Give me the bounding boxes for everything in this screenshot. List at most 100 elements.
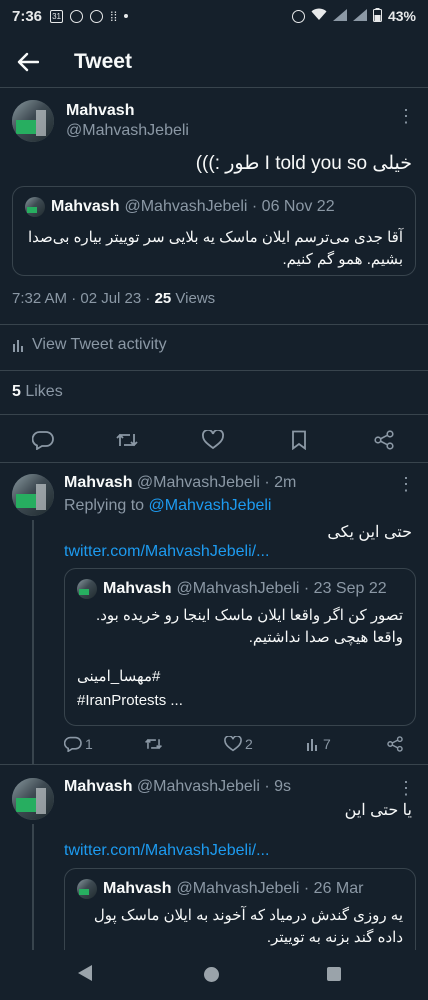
quoted-author-name: Mahvash xyxy=(103,580,172,597)
nav-recents-icon[interactable] xyxy=(327,967,341,981)
divider xyxy=(0,414,428,415)
quoted-text: آقا جدی می‌ترسم ایلان ماسک یه بلایی سر ت… xyxy=(27,229,403,268)
retweet-button[interactable] xyxy=(144,736,163,752)
reply-text: یا حتی این xyxy=(344,802,412,819)
author-name[interactable]: Mahvash xyxy=(64,778,132,795)
check-circle-icon xyxy=(70,9,84,23)
share-button[interactable] xyxy=(372,428,396,452)
quoted-date: · 23 Sep 22 xyxy=(303,580,387,597)
main-tweet-header: Mahvash @MahvashJebeli ⋮ xyxy=(12,100,416,150)
share-icon xyxy=(374,430,394,450)
reply-count: 1 xyxy=(85,736,93,752)
quoted-date: · 06 Nov 22 xyxy=(251,198,335,215)
share-button[interactable] xyxy=(386,736,404,752)
quoted-tweet[interactable]: Mahvash @MahvashJebeli · 23 Sep 22 تصور … xyxy=(64,568,416,726)
quoted-tweet-header: Mahvash @MahvashJebeli · 23 Sep 22 xyxy=(77,579,387,599)
quoted-author-name: Mahvash xyxy=(103,880,172,897)
reply-button[interactable]: 1 xyxy=(64,736,93,752)
tweet-meta: 7:32 AM · 02 Jul 23 · 25 Views xyxy=(12,290,215,307)
quoted-author-handle: @MahvashJebeli xyxy=(176,880,300,897)
analytics-icon xyxy=(13,340,23,352)
tweet-link[interactable]: twitter.com/MahvashJebeli/... xyxy=(64,543,269,561)
share-icon xyxy=(387,736,403,752)
avatar[interactable] xyxy=(12,474,54,516)
thread-line xyxy=(32,824,34,950)
thread-line xyxy=(32,520,34,764)
activity-label: View Tweet activity xyxy=(32,336,167,353)
author-handle[interactable]: @MahvashJebeli · 2m xyxy=(137,474,296,491)
hashtag-link[interactable]: #مهسا_امینی xyxy=(77,665,183,689)
tweet-text: خیلی I told you so طور :))) xyxy=(195,153,412,174)
reply-icon xyxy=(32,431,54,450)
quoted-tweet-header: Mahvash @MahvashJebeli · 26 Mar xyxy=(77,879,363,899)
replying-to: Replying to @MahvashJebeli xyxy=(64,497,271,515)
quoted-text: یه روزی گندش درمیاد که آخوند به ایلان ما… xyxy=(93,907,403,946)
nav-back-icon[interactable] xyxy=(78,965,92,981)
quoted-tweet-header: Mahvash @MahvashJebeli · 06 Nov 22 xyxy=(25,197,335,217)
back-button[interactable] xyxy=(0,36,56,88)
author-name[interactable]: Mahvash xyxy=(64,474,132,491)
avatar[interactable] xyxy=(12,778,54,820)
wifi-icon xyxy=(311,8,327,24)
likes-count-link[interactable]: 5 Likes xyxy=(12,383,63,401)
tweet-actions xyxy=(0,420,428,460)
quoted-text: تصور کن اگر واقعا ایلان ماسک اینجا رو خر… xyxy=(96,607,403,646)
heart-icon xyxy=(224,736,242,752)
likes-count: 5 xyxy=(12,383,21,400)
divider xyxy=(0,370,428,371)
replying-prefix: Replying to xyxy=(64,497,149,514)
hashtag-link[interactable]: #IranProtests ... xyxy=(77,689,183,713)
views-button[interactable]: 7 xyxy=(306,736,331,752)
divider xyxy=(0,764,428,765)
reply-header: Mahvash @MahvashJebeli · 2m xyxy=(64,474,296,492)
like-button[interactable]: 2 xyxy=(224,736,253,752)
quoted-author-name: Mahvash xyxy=(51,198,120,215)
like-count: 2 xyxy=(245,736,253,752)
reply-header: Mahvash @MahvashJebeli · 9s xyxy=(64,778,291,796)
quoted-author-handle: @MahvashJebeli xyxy=(124,198,248,215)
likes-label: Likes xyxy=(20,383,63,400)
retweet-icon xyxy=(116,433,138,447)
like-button[interactable] xyxy=(201,428,225,452)
quoted-date: · 26 Mar xyxy=(303,880,364,897)
author-handle[interactable]: @MahvashJebeli · 9s xyxy=(137,778,291,795)
bookmark-button[interactable] xyxy=(287,428,311,452)
reply-icon xyxy=(64,736,82,752)
avatar xyxy=(25,197,45,217)
divider xyxy=(0,462,428,463)
retweet-icon xyxy=(145,738,162,750)
system-icons: 43% xyxy=(291,7,416,25)
reply-button[interactable] xyxy=(31,428,55,452)
bookmark-icon xyxy=(292,430,306,450)
avatar[interactable] xyxy=(12,100,54,142)
divider xyxy=(0,324,428,325)
reply-actions: 1 2 7 xyxy=(64,736,416,760)
author-name[interactable]: Mahvash xyxy=(66,102,134,120)
system-nav-bar xyxy=(0,950,428,1000)
battery-icon xyxy=(372,7,382,25)
more-options-icon[interactable]: ⋮ xyxy=(396,106,416,126)
views-label: Views xyxy=(171,290,216,307)
app-bar: Tweet xyxy=(0,36,428,88)
tweet-link[interactable]: twitter.com/MahvashJebeli/... xyxy=(64,842,269,860)
quoted-tweet[interactable]: Mahvash @MahvashJebeli · 06 Nov 22 آقا ج… xyxy=(12,186,416,276)
more-options-icon[interactable]: ⋮ xyxy=(396,474,416,494)
heart-icon xyxy=(202,430,224,450)
status-bar: 7:36 31 ⁞⁞ 43% xyxy=(0,0,428,32)
replying-handle-link[interactable]: @MahvashJebeli xyxy=(149,497,272,514)
retweet-button[interactable] xyxy=(115,428,139,452)
analytics-icon xyxy=(307,739,317,751)
signal-2-icon xyxy=(352,8,367,24)
alarm-icon xyxy=(90,9,104,23)
view-tweet-activity-link[interactable]: View Tweet activity xyxy=(12,336,167,354)
author-handle[interactable]: @MahvashJebeli xyxy=(66,122,189,140)
reply-tweet[interactable]: Mahvash @MahvashJebeli · 9s ⋮ یا حتی این… xyxy=(0,778,428,950)
tweet-timestamp: 7:32 AM · 02 Jul 23 · xyxy=(12,290,155,307)
reply-tweet[interactable]: Mahvash @MahvashJebeli · 2m ⋮ Replying t… xyxy=(0,474,428,764)
quoted-tweet[interactable]: Mahvash @MahvashJebeli · 26 Mar یه روزی … xyxy=(64,868,416,950)
views-count: 7 xyxy=(323,736,331,752)
nav-home-icon[interactable] xyxy=(204,967,219,982)
notification-icons: 31 ⁞⁞ xyxy=(50,9,129,24)
battery-percent: 43% xyxy=(387,8,416,24)
more-options-icon[interactable]: ⋮ xyxy=(396,778,416,798)
